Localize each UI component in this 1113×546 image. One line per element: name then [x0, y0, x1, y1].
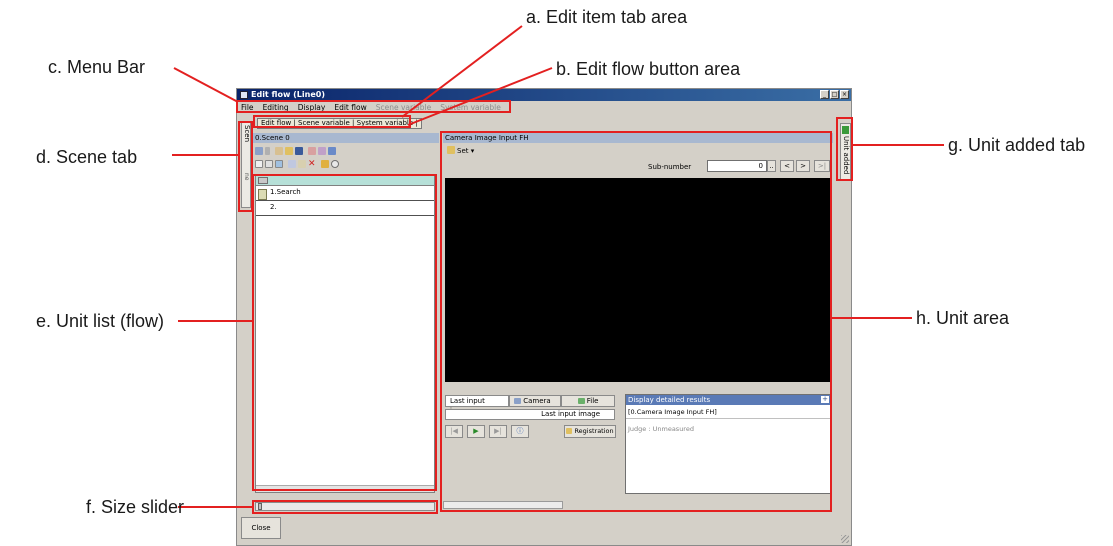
leader-lines	[172, 25, 944, 508]
callout-unit-list: e. Unit list (flow)	[36, 311, 165, 331]
callout-unit-added-tab: g. Unit added tab	[948, 135, 1086, 155]
callout-unit-area: h. Unit area	[916, 308, 1010, 328]
callout-menu-bar: c. Menu Bar	[48, 57, 146, 77]
callout-size-slider: f. Size slider	[86, 497, 185, 517]
callout-edit-item-tab-area: a. Edit item tab area	[526, 7, 688, 27]
leader-c	[173, 67, 239, 103]
callout-edit-flow-button-area: b. Edit flow button area	[556, 59, 741, 79]
callout-scene-tab: d. Scene tab	[36, 147, 138, 167]
